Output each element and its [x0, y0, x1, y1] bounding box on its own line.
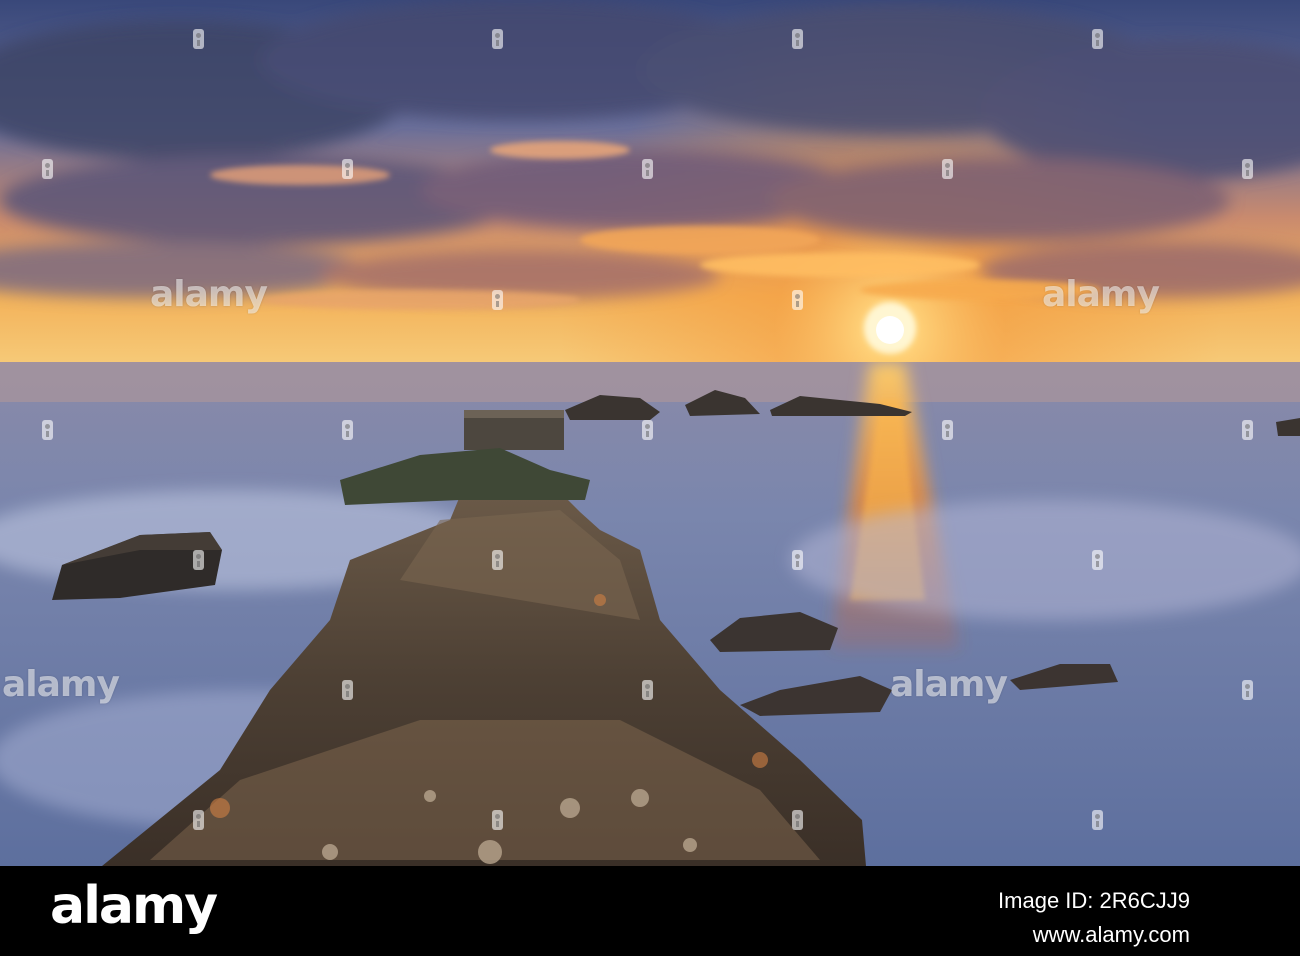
sunset-seascape-image: [0, 0, 1300, 866]
image-id-label: Image ID: 2R6CJJ9: [998, 888, 1190, 913]
alamy-logo[interactable]: alamy: [50, 876, 218, 936]
site-url-link[interactable]: www.alamy.com: [1033, 922, 1190, 948]
footer-bar: alamy Image ID: 2R6CJJ9 www.alamy.com: [0, 866, 1300, 956]
photo: [0, 0, 1300, 866]
